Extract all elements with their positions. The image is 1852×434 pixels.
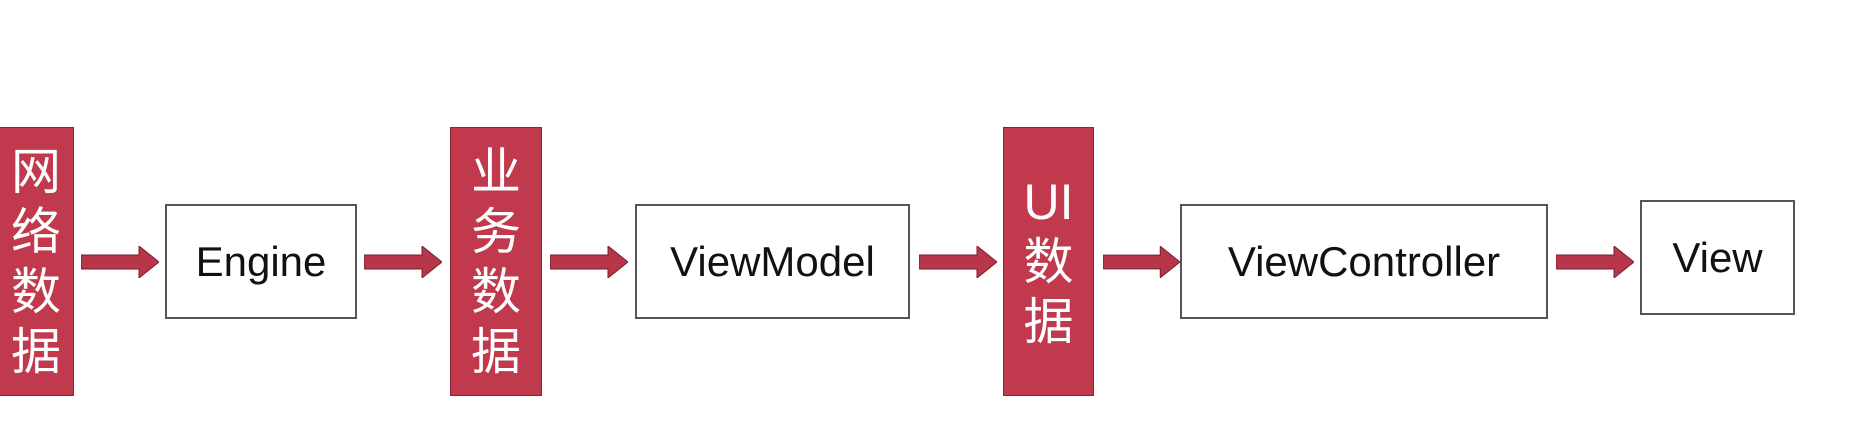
label-char: UI: [1023, 173, 1074, 230]
arrow-icon: [1556, 246, 1634, 278]
label-char: 据: [471, 323, 521, 380]
label-char: 网: [11, 143, 61, 200]
arrow-icon: [550, 246, 628, 278]
label-char: 数: [1023, 233, 1074, 290]
arrow-icon: [919, 246, 997, 278]
label-char: 络: [11, 203, 61, 260]
node-ui-data: UI 数 据: [1003, 127, 1094, 396]
node-viewmodel: ViewModel: [635, 204, 910, 319]
label-char: 务: [471, 203, 521, 260]
label-char: 数: [11, 263, 61, 320]
arrow-icon: [364, 246, 442, 278]
node-viewcontroller: ViewController: [1180, 204, 1548, 319]
label-char: 业: [471, 143, 521, 200]
node-view: View: [1640, 200, 1795, 315]
node-engine: Engine: [165, 204, 357, 319]
node-business-data: 业 务 数 据: [450, 127, 542, 396]
arrow-icon: [81, 246, 159, 278]
label-char: 据: [1023, 293, 1074, 350]
label-char: 据: [11, 323, 61, 380]
node-network-data: 网 络 数 据: [0, 127, 74, 396]
arrow-icon: [1103, 246, 1180, 278]
label-char: 数: [471, 263, 521, 320]
